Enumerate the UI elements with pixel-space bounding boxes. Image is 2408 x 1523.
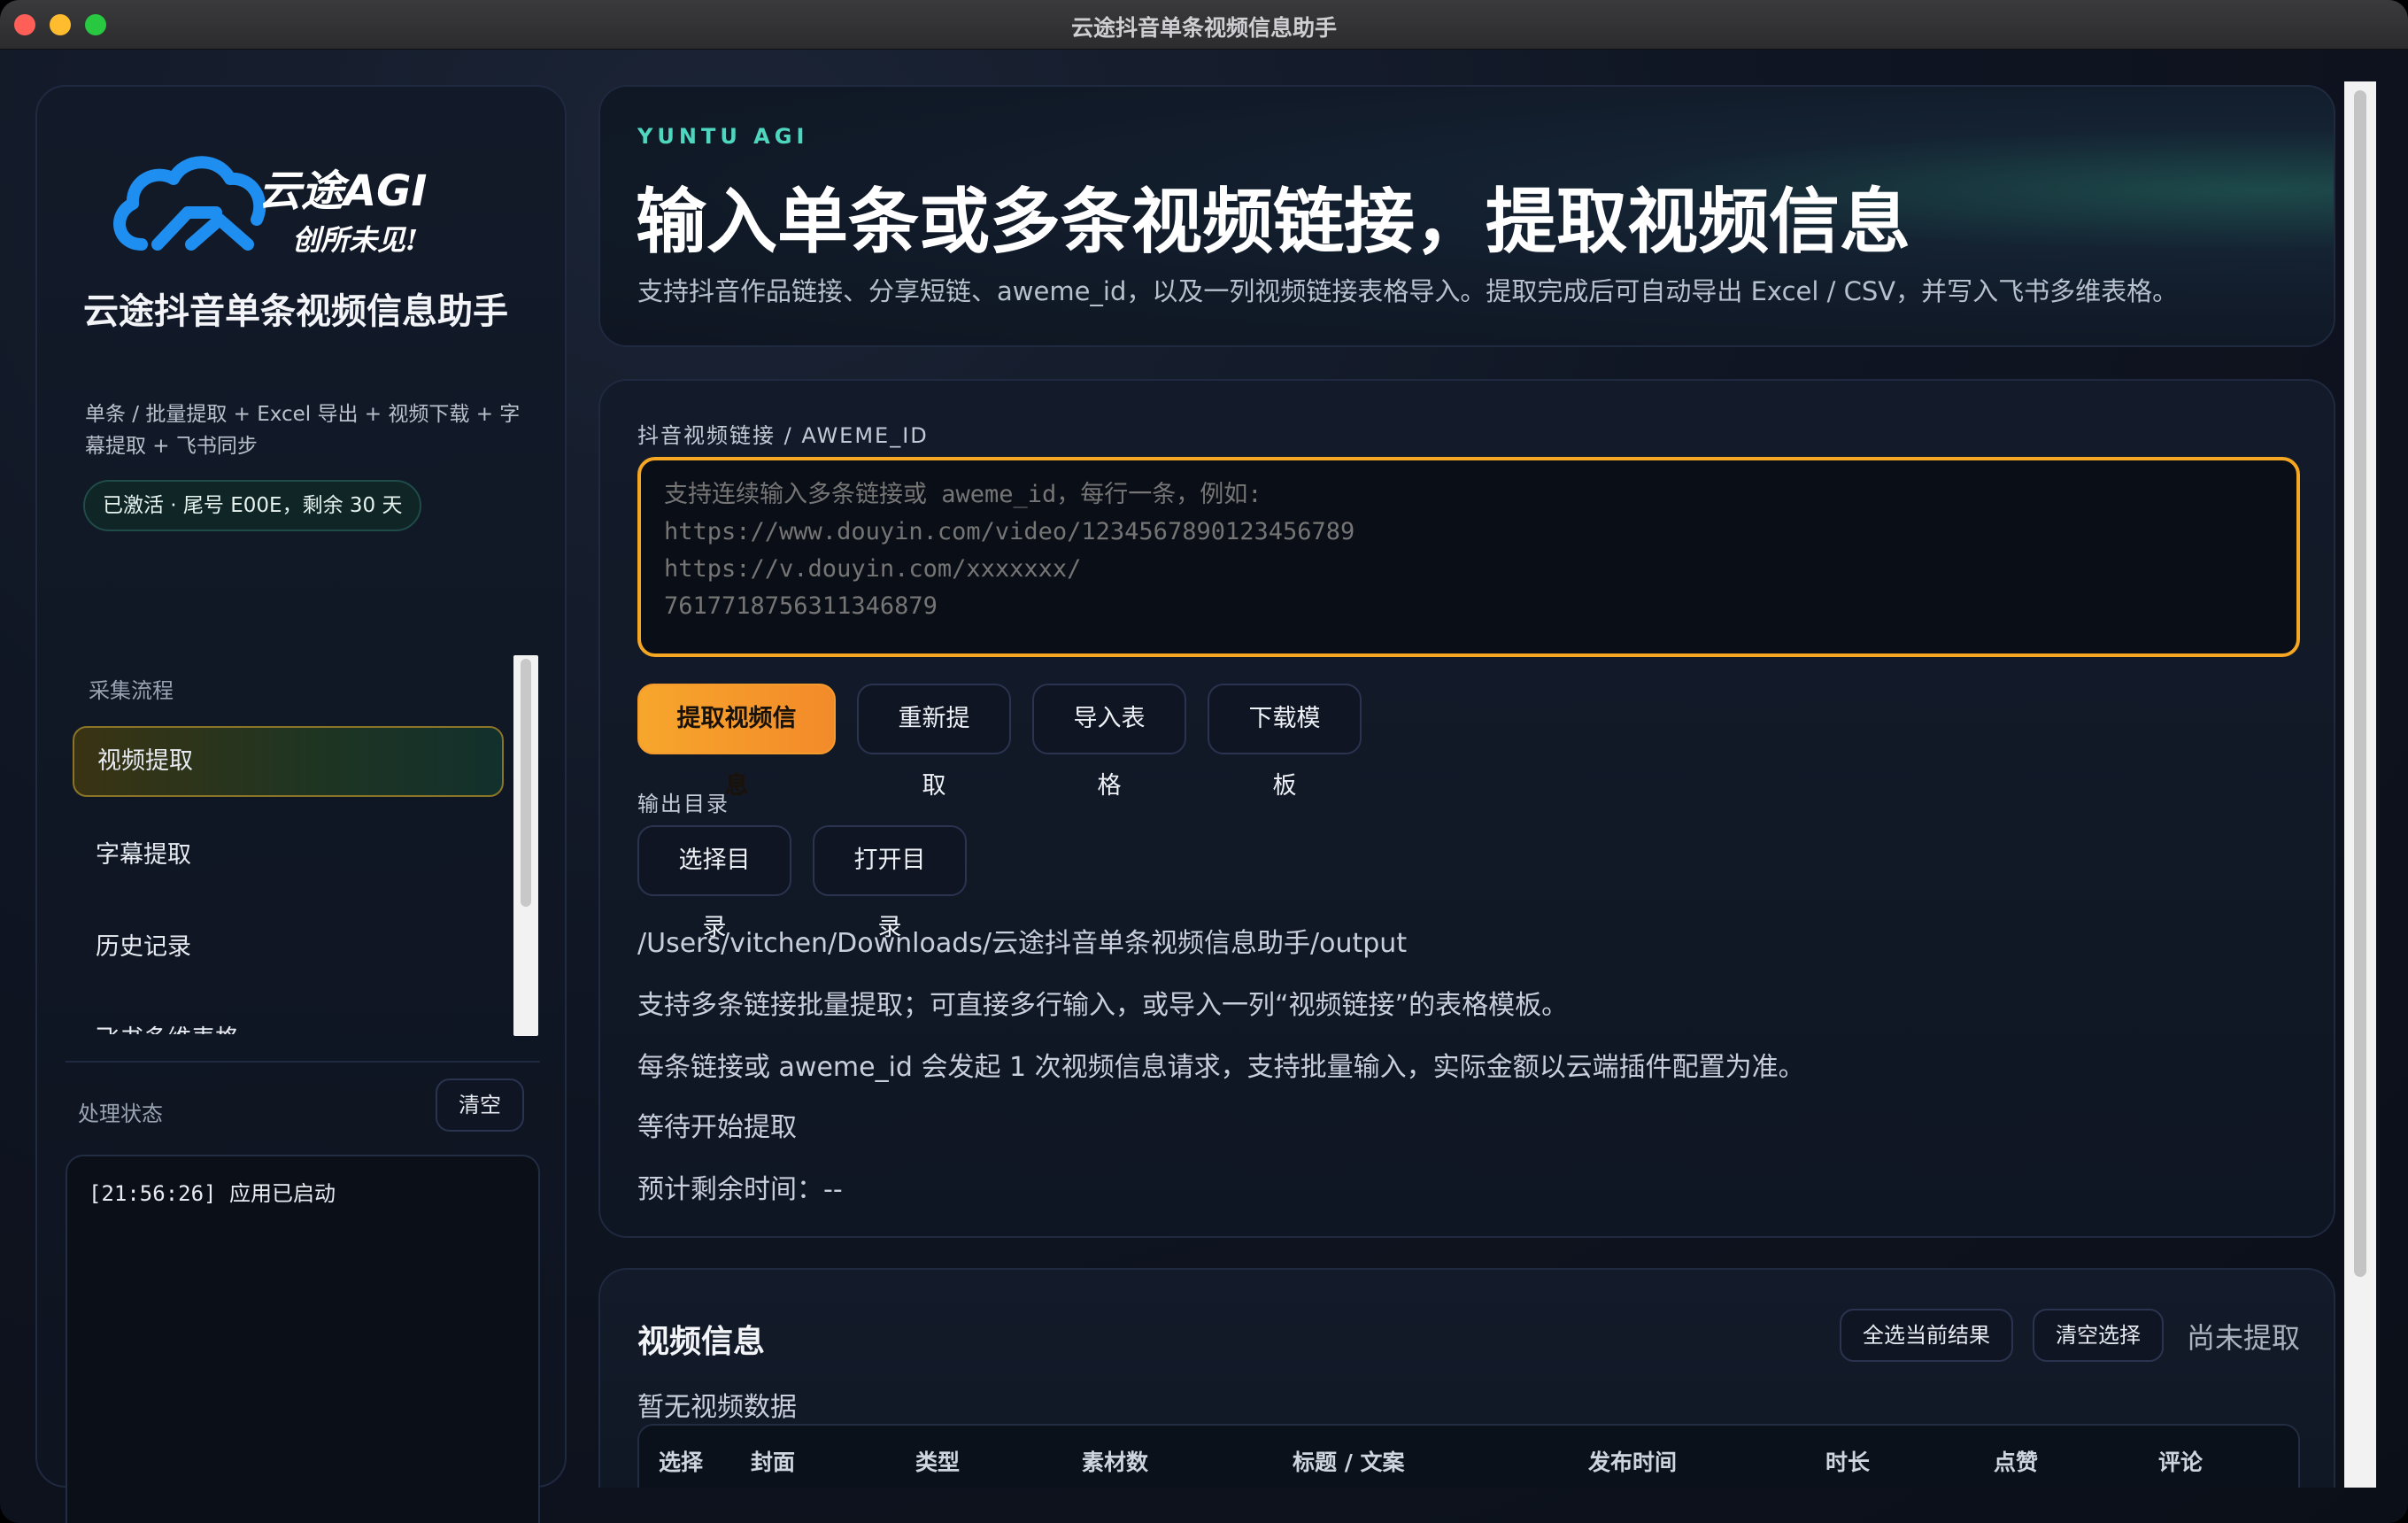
column-header-cover: 封面: [751, 1450, 796, 1475]
results-panel: 视频信息 全选当前结果 清空选择 尚未提取 暂无视频数据 选择 封面 类型 素材…: [598, 1268, 2335, 1488]
main-scrollbar[interactable]: [2344, 81, 2376, 1488]
column-header-asset-count: 素材数: [1082, 1450, 1149, 1475]
main-scrollbar-thumb[interactable]: [2354, 90, 2366, 1277]
results-state-text: 尚未提取: [2187, 1321, 2301, 1355]
results-table-header: 选择 封面 类型 素材数 标题 / 文案 发布时间 时长 点赞 评论: [637, 1424, 2300, 1488]
column-header-type: 类型: [915, 1450, 961, 1475]
column-header-publish-time: 发布时间: [1588, 1450, 1678, 1475]
column-header-comments: 评论: [2158, 1450, 2203, 1475]
results-empty-text: 暂无视频数据: [637, 1392, 797, 1423]
results-viewport: 视频信息 全选当前结果 清空选择 尚未提取 暂无视频数据 选择 封面 类型 素材…: [0, 0, 2408, 1488]
results-title: 视频信息: [637, 1324, 766, 1360]
column-header-select: 选择: [659, 1450, 704, 1475]
column-header-likes: 点赞: [1994, 1450, 2039, 1475]
clear-selection-button[interactable]: 清空选择: [2033, 1309, 2164, 1362]
column-header-duration: 时长: [1825, 1450, 1871, 1475]
app-window: 云途抖音单条视频信息助手 云途AGI 创所未见! 云途抖音单条视频信息助手 单条…: [0, 0, 2408, 1523]
column-header-title: 标题 / 文案: [1293, 1450, 1405, 1475]
select-all-results-button[interactable]: 全选当前结果: [1840, 1309, 2013, 1362]
